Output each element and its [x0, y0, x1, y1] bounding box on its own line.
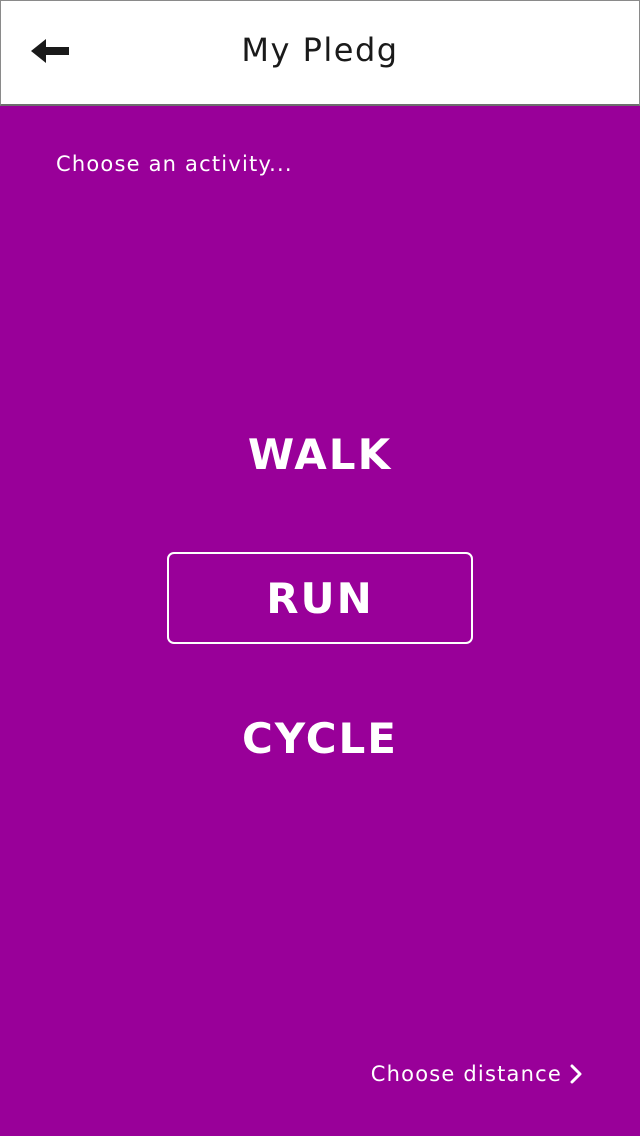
chevron-right-icon: [570, 1064, 582, 1084]
page-title: My Pledg: [241, 31, 399, 69]
activity-option-cycle[interactable]: CYCLE: [0, 714, 640, 763]
choose-distance-link[interactable]: Choose distance: [371, 1062, 582, 1086]
activity-prompt: Choose an activity...: [56, 152, 293, 176]
activity-option-run[interactable]: RUN: [167, 552, 473, 644]
header-bar: My Pledg: [0, 0, 640, 106]
choose-distance-label: Choose distance: [370, 1062, 562, 1086]
activity-option-run-label: RUN: [266, 573, 374, 623]
activity-option-walk[interactable]: WALK: [0, 430, 640, 479]
